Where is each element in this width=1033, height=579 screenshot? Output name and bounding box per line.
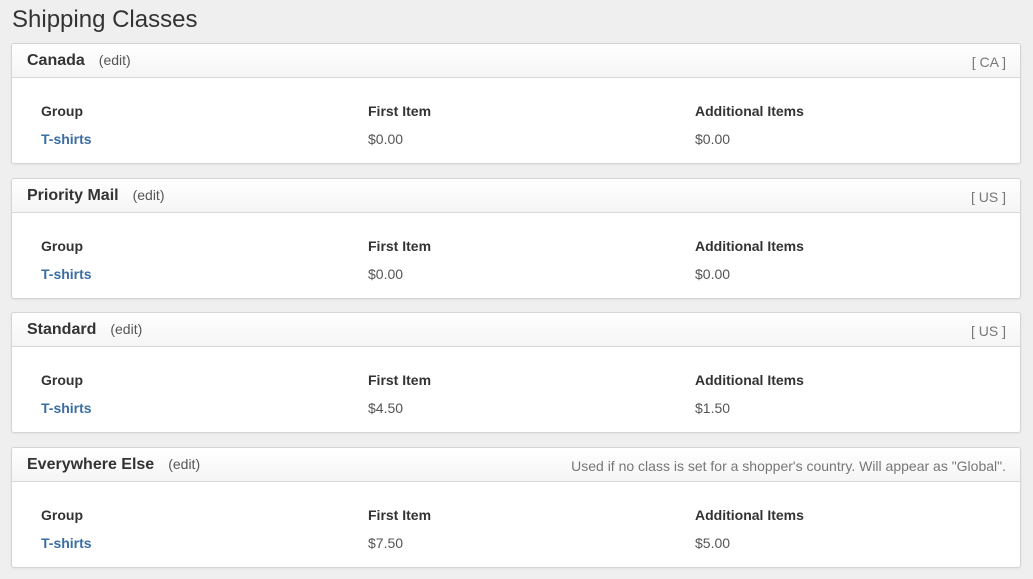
edit-link[interactable]: (edit)	[133, 187, 165, 203]
column-header-additional-items: Additional Items	[695, 238, 804, 254]
additional-items-price: $0.00	[695, 266, 731, 282]
first-item-price: $4.50	[368, 400, 404, 416]
column-header-first-item: First Item	[368, 372, 432, 388]
edit-link[interactable]: (edit)	[99, 52, 131, 68]
shipping-class-panel-canada: Canada (edit) [ CA ] Group First Item Add…	[11, 43, 1021, 164]
global-class-note: Used if no class is set for a shopper's …	[571, 458, 1006, 474]
shipping-class-name: Priority Mail	[27, 187, 119, 204]
column-header-additional-items: Additional Items	[695, 372, 804, 388]
panel-header: Canada (edit) [ CA ]	[12, 44, 1020, 78]
shipping-class-name: Everywhere Else	[27, 456, 155, 473]
panel-header: Standard (edit) [ US ]	[12, 313, 1020, 347]
group-link[interactable]: T-shirts	[41, 131, 92, 147]
first-item-price: $0.00	[368, 266, 404, 282]
additional-items-price: $1.50	[695, 400, 731, 416]
group-link[interactable]: T-shirts	[41, 266, 92, 282]
shipping-class-name: Standard	[27, 321, 97, 338]
column-header-additional-items: Additional Items	[695, 103, 804, 119]
column-header-first-item: First Item	[368, 507, 432, 523]
group-link[interactable]: T-shirts	[41, 535, 92, 551]
additional-items-price: $0.00	[695, 131, 731, 147]
first-item-price: $7.50	[368, 535, 404, 551]
first-item-price: $0.00	[368, 131, 404, 147]
edit-link[interactable]: (edit)	[168, 456, 200, 472]
column-header-group: Group	[41, 507, 83, 523]
page-title: Shipping Classes	[12, 6, 198, 33]
group-link[interactable]: T-shirts	[41, 400, 92, 416]
shipping-class-name: Canada	[27, 52, 85, 69]
panel-title: Canada (edit)	[27, 52, 131, 70]
shipping-class-panel-priority-mail: Priority Mail (edit) [ US ] Group First I…	[11, 178, 1021, 299]
column-header-first-item: First Item	[368, 238, 432, 254]
panel-title: Standard (edit)	[27, 321, 142, 339]
shipping-class-panel-standard: Standard (edit) [ US ] Group First Item A…	[11, 312, 1021, 433]
edit-link[interactable]: (edit)	[110, 321, 142, 337]
column-header-group: Group	[41, 103, 83, 119]
shipping-class-panel-everywhere-else: Everywhere Else (edit) Used if no class i…	[11, 447, 1021, 568]
panel-title: Priority Mail (edit)	[27, 187, 164, 205]
additional-items-price: $5.00	[695, 535, 731, 551]
country-code: [ CA ]	[971, 54, 1006, 70]
column-header-group: Group	[41, 372, 83, 388]
country-code: [ US ]	[970, 323, 1006, 339]
column-header-first-item: First Item	[368, 103, 432, 119]
panel-header: Everywhere Else (edit) Used if no class i…	[12, 448, 1020, 482]
country-code: [ US ]	[970, 189, 1006, 205]
panel-header: Priority Mail (edit) [ US ]	[12, 179, 1020, 213]
panel-title: Everywhere Else (edit)	[27, 456, 200, 474]
column-header-additional-items: Additional Items	[695, 507, 804, 523]
column-header-group: Group	[41, 238, 83, 254]
